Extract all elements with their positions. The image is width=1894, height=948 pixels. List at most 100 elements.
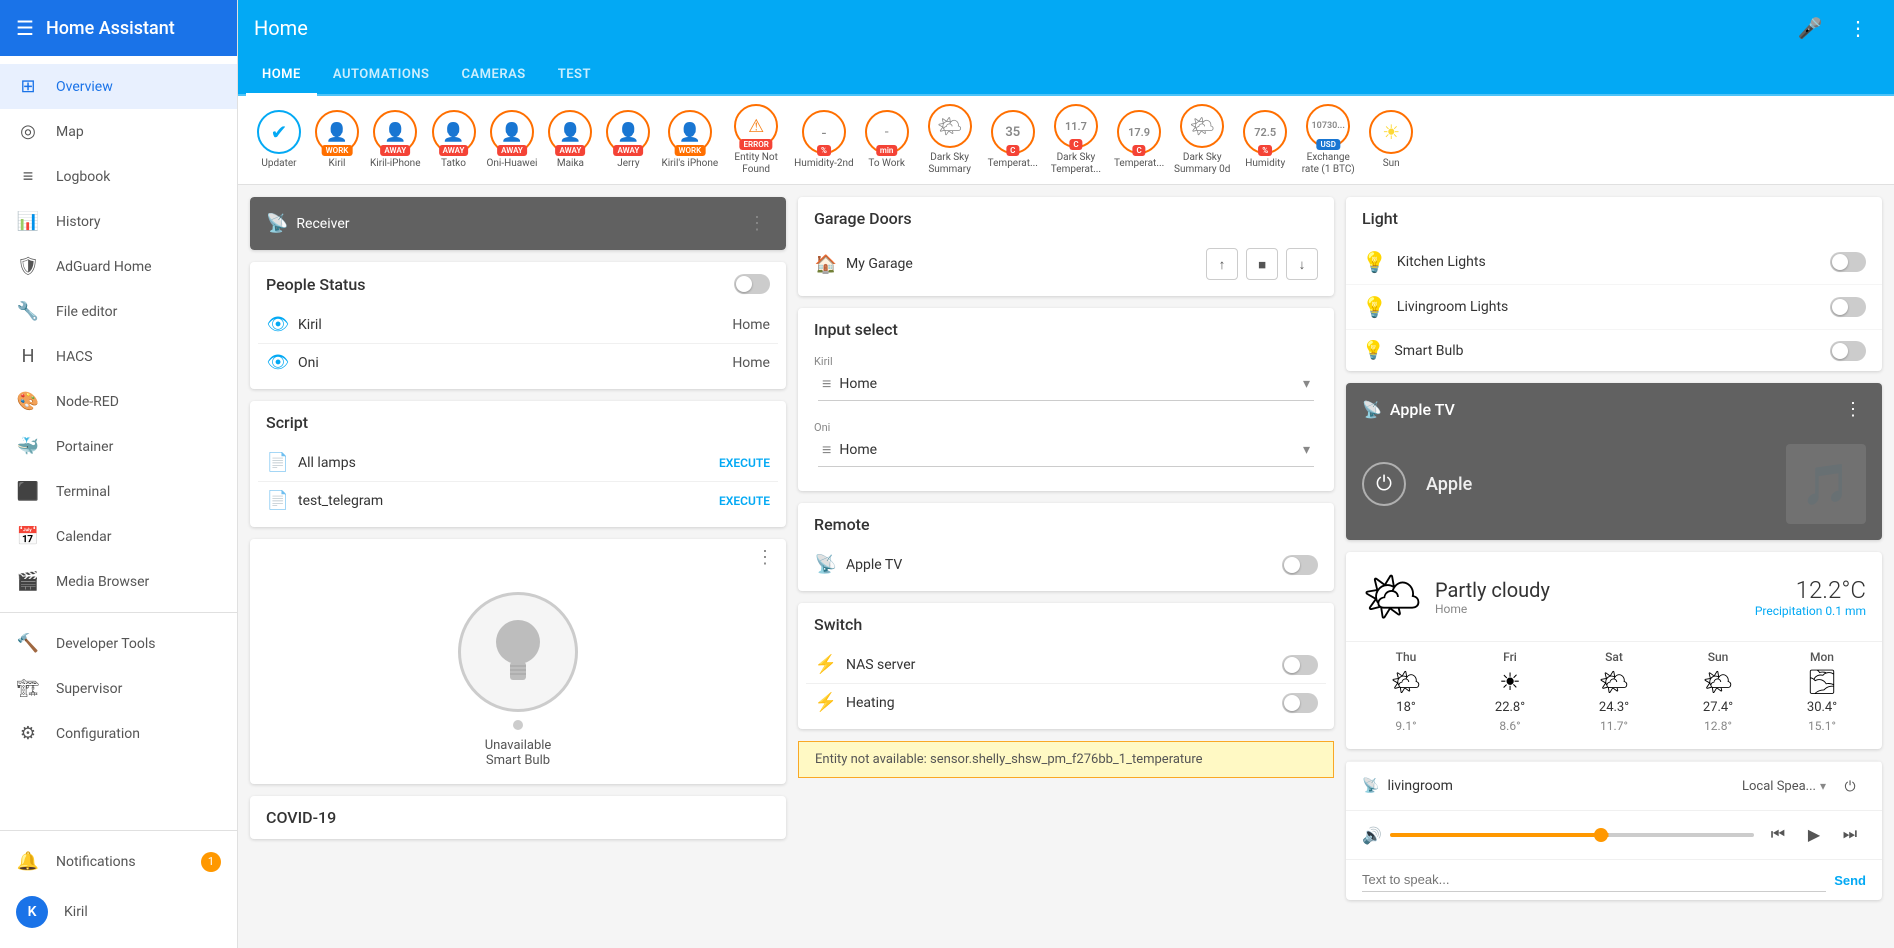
sidebar-item-hacs[interactable]: H HACS — [0, 334, 237, 379]
forecast-icon-mon: 🌫 — [1807, 668, 1837, 696]
entity-label-maika: Maika — [557, 158, 584, 170]
switch-toggle-nas[interactable] — [1282, 655, 1318, 675]
sidebar-item-file-editor[interactable]: 🔧 File editor — [0, 289, 237, 334]
apple-tv-power-button[interactable]: ⏻ — [1362, 462, 1406, 506]
entity-chip-dark-sky-summary-0d[interactable]: 🌤 Dark Sky Summary 0d — [1172, 104, 1232, 176]
entity-badge-jerry: AWAY — [614, 145, 644, 156]
entity-chip-temp-outside[interactable]: 17.9 C Temperat... — [1114, 110, 1164, 170]
entity-chip-updater[interactable]: ✔ Updater — [254, 110, 304, 170]
person-icon: 👤 — [679, 122, 701, 143]
garage-down-button[interactable]: ↓ — [1286, 248, 1318, 280]
send-button[interactable]: Send — [1834, 873, 1866, 888]
entity-chip-jerry[interactable]: 👤 AWAY Jerry — [603, 110, 653, 170]
garage-up-button[interactable]: ↑ — [1206, 248, 1238, 280]
entity-chip-exchange-rate[interactable]: 10730... USD Exchange rate (1 BTC) — [1298, 104, 1358, 176]
execute-button-telegram[interactable]: EXECUTE — [719, 494, 770, 508]
entity-chip-temp-2nd[interactable]: 35 C Temperat... — [988, 110, 1038, 170]
smart-bulb-card: ⋮ Unavailable — [250, 539, 786, 784]
tab-test[interactable]: TEST — [542, 56, 607, 96]
tts-input[interactable] — [1362, 868, 1826, 892]
entity-label-oni-huawei: Oni-Huawei — [487, 158, 538, 170]
smart-bulb-menu-button[interactable]: ⋮ — [752, 543, 778, 572]
entity-chip-oni-huawei[interactable]: 👤 AWAY Oni-Huawei — [487, 110, 538, 170]
more-button[interactable]: ⋮ — [1838, 8, 1878, 48]
switch-body: ⚡ NAS server ⚡ Heating — [798, 646, 1334, 729]
sidebar-item-logbook[interactable]: ≡ Logbook — [0, 154, 237, 199]
apple-tv-menu-button[interactable]: ⋮ — [1840, 395, 1866, 424]
sidebar-item-user[interactable]: K Kiril — [0, 884, 237, 940]
next-button[interactable]: ⏭ — [1834, 819, 1866, 851]
covid-header: COVID-19 — [250, 796, 786, 839]
sidebar-item-portainer[interactable]: 🐳 Portainer — [0, 424, 237, 469]
entity-chip-kiril[interactable]: 👤 WORK Kiril — [312, 110, 362, 170]
bulb-svg — [483, 612, 553, 692]
media-controls: ⏮ ▶ ⏭ — [1762, 819, 1866, 851]
forecast-icon-fri: ☀ — [1499, 668, 1521, 696]
entity-circle-updater: ✔ — [257, 110, 301, 154]
entity-chip-maika[interactable]: 👤 AWAY Maika — [545, 110, 595, 170]
entity-label-temp-2nd: Temperat... — [988, 158, 1038, 170]
entity-circle-dark-sky-temp: 11.7 C — [1054, 104, 1098, 148]
entity-chip-kiril-iphone[interactable]: 👤 AWAY Kiril-iPhone — [370, 110, 421, 170]
receiver-menu-button[interactable]: ⋮ — [744, 209, 770, 238]
forecast-name-sun: Sun — [1708, 650, 1729, 664]
entity-badge-temp-2nd: C — [1006, 145, 1019, 156]
sidebar-item-calendar[interactable]: 📅 Calendar — [0, 514, 237, 559]
entity-chip-humidity[interactable]: 72.5 % Humidity — [1240, 110, 1290, 170]
light-toggle-kitchen[interactable] — [1830, 252, 1866, 272]
tab-home[interactable]: HOME — [246, 56, 317, 96]
sidebar-item-history[interactable]: 📊 History — [0, 199, 237, 244]
sidebar-item-supervisor[interactable]: 🏗 Supervisor — [0, 666, 237, 711]
adguard-icon: 🛡 — [16, 256, 40, 277]
portainer-icon: 🐳 — [16, 436, 40, 457]
weather-forecast: Thu 🌤 18° 9.1° Fri ☀ 22.8° 8.6° Sat 🌤 — [1346, 641, 1882, 749]
switch-toggle-heating[interactable] — [1282, 693, 1318, 713]
sidebar-item-notifications[interactable]: 🔔 Notifications 1 — [0, 839, 237, 884]
entity-label-to-work: To Work — [868, 158, 905, 170]
entity-chip-dark-sky-summary[interactable]: 🌤 Dark Sky Summary — [920, 104, 980, 176]
receiver-card: 📡 Receiver ⋮ — [250, 197, 786, 250]
menu-icon[interactable]: ☰ — [16, 16, 34, 40]
entity-chip-humidity-2nd[interactable]: - % Humidity-2nd — [794, 110, 853, 170]
entity-chip-to-work[interactable]: - min To Work — [862, 110, 912, 170]
execute-button-alllamps[interactable]: EXECUTE — [719, 456, 770, 470]
entity-chip-entity-not-found[interactable]: ⚠ ERROR Entity Not Found — [726, 104, 786, 176]
light-toggle-livingroom[interactable] — [1830, 297, 1866, 317]
script-label-alllamps: All lamps — [298, 455, 711, 471]
light-toggle-smart-bulb[interactable] — [1830, 341, 1866, 361]
sidebar-item-node-red[interactable]: 🎨 Node-RED — [0, 379, 237, 424]
entity-badge-dark-sky-temp: C — [1069, 139, 1082, 150]
apple-tv-card: 📡 Apple TV ⋮ ⏻ Apple 🎵 — [1346, 383, 1882, 540]
entity-chip-sun[interactable]: ☀ Sun — [1366, 110, 1416, 170]
tab-cameras[interactable]: CAMERAS — [445, 56, 541, 96]
sidebar-bottom: 🔔 Notifications 1 K Kiril — [0, 830, 237, 948]
sidebar-item-terminal[interactable]: ⬛ Terminal — [0, 469, 237, 514]
tab-automations[interactable]: AUTOMATIONS — [317, 56, 446, 96]
sidebar-item-adguard[interactable]: 🛡 AdGuard Home — [0, 244, 237, 289]
history-icon: 📊 — [16, 211, 40, 232]
forecast-icon-sat: 🌤 — [1599, 668, 1629, 696]
script-card: Script 📄 All lamps EXECUTE 📄 test_telegr… — [250, 401, 786, 527]
forecast-high-mon: 30.4° — [1807, 700, 1837, 715]
volume-slider[interactable] — [1390, 833, 1754, 837]
entity-circle-entity-not-found: ⚠ ERROR — [734, 104, 778, 148]
sidebar-item-media-browser[interactable]: 🎬 Media Browser — [0, 559, 237, 604]
garage-stop-button[interactable]: ■ — [1246, 248, 1278, 280]
remote-toggle-appletv[interactable] — [1282, 555, 1318, 575]
mic-button[interactable]: 🎤 — [1790, 8, 1830, 48]
media-power-button[interactable]: ⏻ — [1834, 770, 1866, 802]
sidebar-item-developer-tools[interactable]: 🔨 Developer Tools — [0, 621, 237, 666]
sidebar-item-label: Overview — [56, 79, 113, 95]
sidebar-item-map[interactable]: ◎ Map — [0, 109, 237, 154]
play-button[interactable]: ▶ — [1798, 819, 1830, 851]
entity-chip-dark-sky-temp[interactable]: 11.7 C Dark Sky Temperat... — [1046, 104, 1106, 176]
sidebar-item-overview[interactable]: ⊞ Overview — [0, 64, 237, 109]
media-player-volume-row: 🔊 ⏮ ▶ ⏭ — [1346, 810, 1882, 859]
prev-button[interactable]: ⏮ — [1762, 819, 1794, 851]
sidebar-item-configuration[interactable]: ⚙ Configuration — [0, 711, 237, 756]
entity-chip-kirils-iphone[interactable]: 👤 WORK Kiril's iPhone — [661, 110, 718, 170]
topbar-actions: 🎤 ⋮ — [1790, 8, 1878, 48]
light-card: Light 💡 Kitchen Lights 💡 Livingroom Ligh… — [1346, 197, 1882, 371]
entity-chip-tatko[interactable]: 👤 AWAY Tatko — [429, 110, 479, 170]
people-status-toggle[interactable] — [734, 274, 770, 294]
